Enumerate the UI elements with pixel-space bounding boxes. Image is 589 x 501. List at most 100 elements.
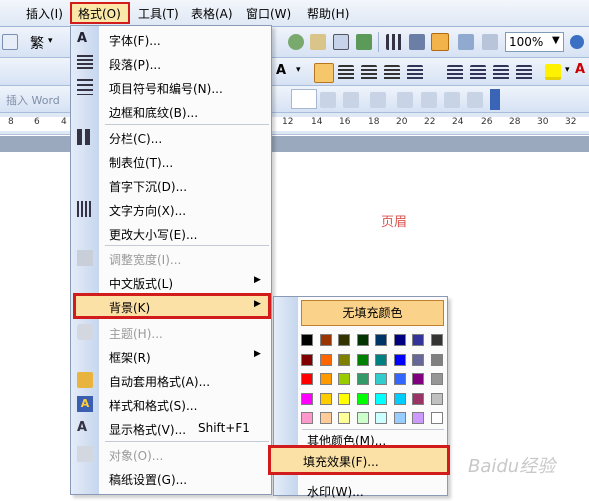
color-swatch[interactable] [375, 334, 387, 346]
insert-word-field[interactable]: 插入 Word [6, 92, 60, 108]
menu-window[interactable]: 窗口(W) [246, 5, 291, 22]
color-swatch[interactable] [430, 392, 443, 405]
nav-icon[interactable] [444, 92, 460, 108]
menu-tools[interactable]: 工具(T) [138, 5, 179, 22]
show-hide-icon[interactable] [458, 34, 474, 50]
color-swatch[interactable] [319, 334, 332, 346]
bullets-icon[interactable] [470, 65, 486, 81]
color-swatch[interactable] [412, 412, 424, 424]
color-swatch[interactable] [412, 373, 424, 385]
color-swatch[interactable] [319, 373, 332, 385]
align-center-icon[interactable] [338, 65, 354, 81]
menu-item-reveal-formatting[interactable]: A 显示格式(V)... Shift+F1 [71, 417, 271, 439]
help-icon[interactable] [570, 35, 584, 49]
color-swatch[interactable] [319, 353, 332, 366]
drawing-icon[interactable] [409, 34, 425, 50]
color-swatch[interactable] [375, 392, 387, 405]
increase-indent-icon[interactable] [516, 65, 532, 81]
decrease-indent-icon[interactable] [493, 65, 509, 81]
color-swatch[interactable] [338, 373, 350, 385]
chevron-down-icon[interactable]: ▾ [565, 65, 570, 75]
nav-icon[interactable] [343, 92, 359, 108]
menu-format[interactable]: 格式(O) [78, 5, 121, 22]
color-swatch[interactable] [412, 392, 424, 405]
menu-item-columns[interactable]: 分栏(C)... [71, 126, 271, 148]
nav-icon[interactable] [421, 92, 437, 108]
character-scaling-icon[interactable]: A [276, 63, 286, 78]
color-swatch[interactable] [338, 412, 350, 424]
color-swatch[interactable] [375, 353, 387, 366]
chevron-down-icon[interactable]: ▾ [296, 65, 301, 75]
color-swatch[interactable] [356, 412, 369, 424]
nav-icon[interactable] [370, 92, 386, 108]
print-preview-icon[interactable] [2, 34, 18, 50]
read-icon[interactable] [482, 34, 498, 50]
nav-icon[interactable] [397, 92, 413, 108]
tables-borders-icon[interactable] [310, 34, 326, 50]
line-spacing-icon[interactable] [407, 65, 423, 81]
menu-item-change-case[interactable]: 更改大小写(E)... [71, 222, 271, 244]
color-swatch[interactable] [430, 334, 443, 346]
color-swatch[interactable] [412, 353, 424, 366]
color-swatch[interactable] [393, 412, 406, 424]
menu-item-asian-layout[interactable]: 中文版式(L) ▶ [71, 271, 271, 293]
color-swatch[interactable] [375, 412, 387, 424]
color-swatch[interactable] [319, 392, 332, 405]
color-swatch[interactable] [393, 373, 406, 385]
menu-item-tabs[interactable]: 制表位(T)... [71, 150, 271, 172]
color-swatch[interactable] [301, 353, 313, 366]
menu-item-watermark[interactable]: 水印(W)... [274, 479, 447, 501]
numbering-icon[interactable] [447, 65, 463, 81]
menu-item-manuscript-settings[interactable]: 稿纸设置(G)... [71, 467, 271, 489]
menu-table[interactable]: 表格(A) [191, 5, 233, 22]
web-input-box[interactable] [291, 89, 317, 109]
color-swatch[interactable] [375, 373, 387, 385]
color-swatch[interactable] [338, 353, 350, 366]
menu-item-background[interactable]: 背景(K) ▶ [71, 295, 271, 317]
color-swatch[interactable] [356, 373, 369, 385]
menu-item-paragraph[interactable]: 段落(P)... [71, 52, 271, 74]
color-swatch[interactable] [356, 334, 369, 346]
toolbar-options-icon[interactable] [490, 89, 500, 110]
color-swatch[interactable] [356, 353, 369, 366]
color-swatch[interactable] [301, 392, 313, 405]
columns-icon[interactable] [386, 34, 402, 50]
color-swatch[interactable] [301, 412, 313, 424]
color-swatch[interactable] [393, 392, 406, 405]
insert-excel-icon[interactable] [356, 34, 372, 50]
menu-item-bullets-numbering[interactable]: 项目符号和编号(N)... [71, 76, 271, 98]
menu-item-frames[interactable]: 框架(R) ▶ [71, 345, 271, 367]
traditional-chinese-button[interactable]: 繁 [30, 33, 44, 53]
menu-item-font[interactable]: A 字体(F)... [71, 28, 271, 50]
color-swatch[interactable] [393, 334, 406, 346]
menu-item-borders-shading[interactable]: 边框和底纹(B)... [71, 100, 271, 122]
menu-item-drop-cap[interactable]: 首字下沉(D)... [71, 174, 271, 196]
highlight-icon[interactable] [545, 64, 561, 80]
chevron-down-icon[interactable]: ▾ [48, 36, 53, 46]
color-swatch[interactable] [412, 334, 424, 346]
menu-item-fill-effects[interactable]: 填充效果(F)... [268, 445, 450, 475]
color-swatch[interactable] [301, 373, 313, 385]
menu-item-autoformat[interactable]: 自动套用格式(A)... [71, 369, 271, 391]
document-map-icon[interactable] [431, 33, 449, 51]
color-swatch[interactable] [430, 373, 443, 385]
color-swatch[interactable] [338, 334, 350, 346]
align-justify-icon[interactable] [314, 63, 334, 83]
zoom-select[interactable]: 100% ▼ [505, 32, 564, 52]
font-color-icon[interactable]: A [575, 62, 585, 77]
color-swatch[interactable] [301, 334, 313, 346]
no-fill-color-button[interactable]: 无填充颜色 [301, 300, 444, 326]
color-swatch[interactable] [393, 353, 406, 366]
insert-table-icon[interactable] [333, 34, 349, 50]
color-swatch[interactable] [356, 392, 369, 405]
menu-insert[interactable]: 插入(I) [26, 5, 63, 22]
color-swatch[interactable] [430, 412, 443, 424]
nav-icon[interactable] [320, 92, 336, 108]
align-right-icon[interactable] [361, 65, 377, 81]
menu-item-styles-formatting[interactable]: A 样式和格式(S)... [71, 393, 271, 415]
distribute-icon[interactable] [384, 65, 400, 81]
nav-icon[interactable] [467, 92, 483, 108]
menu-item-text-direction[interactable]: 文字方向(X)... [71, 198, 271, 220]
hyperlink-icon[interactable] [288, 34, 304, 50]
color-swatch[interactable] [319, 412, 332, 424]
